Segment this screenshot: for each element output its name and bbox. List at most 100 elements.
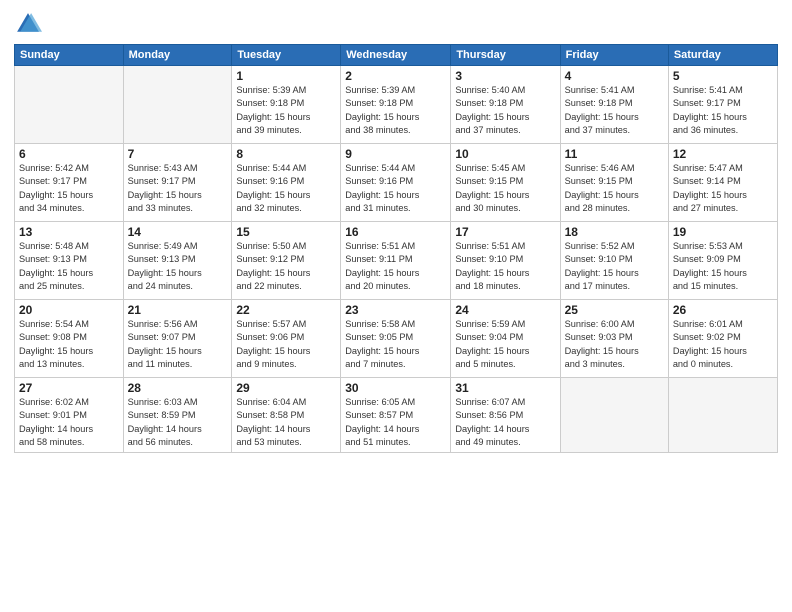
day-number: 1: [236, 69, 336, 83]
col-header-friday: Friday: [560, 45, 668, 66]
day-info: Sunrise: 6:01 AM Sunset: 9:02 PM Dayligh…: [673, 318, 773, 371]
day-number: 9: [345, 147, 446, 161]
col-header-saturday: Saturday: [668, 45, 777, 66]
day-number: 16: [345, 225, 446, 239]
day-cell: 27Sunrise: 6:02 AM Sunset: 9:01 PM Dayli…: [15, 378, 124, 453]
day-cell: 13Sunrise: 5:48 AM Sunset: 9:13 PM Dayli…: [15, 222, 124, 300]
day-info: Sunrise: 5:51 AM Sunset: 9:10 PM Dayligh…: [455, 240, 555, 293]
day-cell: [560, 378, 668, 453]
day-number: 24: [455, 303, 555, 317]
day-cell: 9Sunrise: 5:44 AM Sunset: 9:16 PM Daylig…: [341, 144, 451, 222]
day-number: 15: [236, 225, 336, 239]
day-info: Sunrise: 5:49 AM Sunset: 9:13 PM Dayligh…: [128, 240, 228, 293]
day-number: 7: [128, 147, 228, 161]
day-cell: 10Sunrise: 5:45 AM Sunset: 9:15 PM Dayli…: [451, 144, 560, 222]
day-cell: 30Sunrise: 6:05 AM Sunset: 8:57 PM Dayli…: [341, 378, 451, 453]
day-number: 19: [673, 225, 773, 239]
day-info: Sunrise: 5:44 AM Sunset: 9:16 PM Dayligh…: [236, 162, 336, 215]
logo-icon: [14, 10, 42, 38]
day-info: Sunrise: 5:45 AM Sunset: 9:15 PM Dayligh…: [455, 162, 555, 215]
day-cell: [668, 378, 777, 453]
day-info: Sunrise: 5:39 AM Sunset: 9:18 PM Dayligh…: [345, 84, 446, 137]
day-info: Sunrise: 5:58 AM Sunset: 9:05 PM Dayligh…: [345, 318, 446, 371]
day-cell: 11Sunrise: 5:46 AM Sunset: 9:15 PM Dayli…: [560, 144, 668, 222]
day-info: Sunrise: 5:56 AM Sunset: 9:07 PM Dayligh…: [128, 318, 228, 371]
day-number: 8: [236, 147, 336, 161]
day-cell: 3Sunrise: 5:40 AM Sunset: 9:18 PM Daylig…: [451, 66, 560, 144]
day-number: 3: [455, 69, 555, 83]
day-info: Sunrise: 5:41 AM Sunset: 9:18 PM Dayligh…: [565, 84, 664, 137]
day-cell: 1Sunrise: 5:39 AM Sunset: 9:18 PM Daylig…: [232, 66, 341, 144]
day-number: 5: [673, 69, 773, 83]
day-info: Sunrise: 5:44 AM Sunset: 9:16 PM Dayligh…: [345, 162, 446, 215]
day-number: 6: [19, 147, 119, 161]
day-info: Sunrise: 5:57 AM Sunset: 9:06 PM Dayligh…: [236, 318, 336, 371]
day-info: Sunrise: 5:52 AM Sunset: 9:10 PM Dayligh…: [565, 240, 664, 293]
day-cell: [15, 66, 124, 144]
day-info: Sunrise: 6:04 AM Sunset: 8:58 PM Dayligh…: [236, 396, 336, 449]
day-number: 21: [128, 303, 228, 317]
day-cell: 6Sunrise: 5:42 AM Sunset: 9:17 PM Daylig…: [15, 144, 124, 222]
day-cell: 14Sunrise: 5:49 AM Sunset: 9:13 PM Dayli…: [123, 222, 232, 300]
day-info: Sunrise: 5:39 AM Sunset: 9:18 PM Dayligh…: [236, 84, 336, 137]
day-info: Sunrise: 5:40 AM Sunset: 9:18 PM Dayligh…: [455, 84, 555, 137]
col-header-tuesday: Tuesday: [232, 45, 341, 66]
day-number: 23: [345, 303, 446, 317]
day-info: Sunrise: 5:48 AM Sunset: 9:13 PM Dayligh…: [19, 240, 119, 293]
day-cell: 8Sunrise: 5:44 AM Sunset: 9:16 PM Daylig…: [232, 144, 341, 222]
day-cell: 15Sunrise: 5:50 AM Sunset: 9:12 PM Dayli…: [232, 222, 341, 300]
day-number: 22: [236, 303, 336, 317]
day-cell: 19Sunrise: 5:53 AM Sunset: 9:09 PM Dayli…: [668, 222, 777, 300]
day-number: 17: [455, 225, 555, 239]
week-row-1: 1Sunrise: 5:39 AM Sunset: 9:18 PM Daylig…: [15, 66, 778, 144]
day-cell: 24Sunrise: 5:59 AM Sunset: 9:04 PM Dayli…: [451, 300, 560, 378]
week-row-2: 6Sunrise: 5:42 AM Sunset: 9:17 PM Daylig…: [15, 144, 778, 222]
day-info: Sunrise: 6:02 AM Sunset: 9:01 PM Dayligh…: [19, 396, 119, 449]
day-info: Sunrise: 5:47 AM Sunset: 9:14 PM Dayligh…: [673, 162, 773, 215]
day-number: 18: [565, 225, 664, 239]
day-cell: 22Sunrise: 5:57 AM Sunset: 9:06 PM Dayli…: [232, 300, 341, 378]
day-number: 4: [565, 69, 664, 83]
day-cell: [123, 66, 232, 144]
day-cell: 20Sunrise: 5:54 AM Sunset: 9:08 PM Dayli…: [15, 300, 124, 378]
day-number: 13: [19, 225, 119, 239]
day-number: 29: [236, 381, 336, 395]
day-info: Sunrise: 5:59 AM Sunset: 9:04 PM Dayligh…: [455, 318, 555, 371]
day-info: Sunrise: 5:42 AM Sunset: 9:17 PM Dayligh…: [19, 162, 119, 215]
day-info: Sunrise: 5:50 AM Sunset: 9:12 PM Dayligh…: [236, 240, 336, 293]
day-number: 11: [565, 147, 664, 161]
day-info: Sunrise: 5:43 AM Sunset: 9:17 PM Dayligh…: [128, 162, 228, 215]
day-info: Sunrise: 5:51 AM Sunset: 9:11 PM Dayligh…: [345, 240, 446, 293]
calendar-table: SundayMondayTuesdayWednesdayThursdayFrid…: [14, 44, 778, 453]
day-info: Sunrise: 5:41 AM Sunset: 9:17 PM Dayligh…: [673, 84, 773, 137]
day-number: 25: [565, 303, 664, 317]
day-info: Sunrise: 6:03 AM Sunset: 8:59 PM Dayligh…: [128, 396, 228, 449]
day-number: 14: [128, 225, 228, 239]
day-cell: 4Sunrise: 5:41 AM Sunset: 9:18 PM Daylig…: [560, 66, 668, 144]
day-number: 10: [455, 147, 555, 161]
day-number: 30: [345, 381, 446, 395]
day-info: Sunrise: 5:46 AM Sunset: 9:15 PM Dayligh…: [565, 162, 664, 215]
week-row-4: 20Sunrise: 5:54 AM Sunset: 9:08 PM Dayli…: [15, 300, 778, 378]
day-number: 31: [455, 381, 555, 395]
col-header-monday: Monday: [123, 45, 232, 66]
week-row-3: 13Sunrise: 5:48 AM Sunset: 9:13 PM Dayli…: [15, 222, 778, 300]
day-cell: 23Sunrise: 5:58 AM Sunset: 9:05 PM Dayli…: [341, 300, 451, 378]
day-info: Sunrise: 6:00 AM Sunset: 9:03 PM Dayligh…: [565, 318, 664, 371]
day-cell: 12Sunrise: 5:47 AM Sunset: 9:14 PM Dayli…: [668, 144, 777, 222]
day-cell: 26Sunrise: 6:01 AM Sunset: 9:02 PM Dayli…: [668, 300, 777, 378]
col-header-wednesday: Wednesday: [341, 45, 451, 66]
day-number: 26: [673, 303, 773, 317]
day-cell: 28Sunrise: 6:03 AM Sunset: 8:59 PM Dayli…: [123, 378, 232, 453]
day-cell: 16Sunrise: 5:51 AM Sunset: 9:11 PM Dayli…: [341, 222, 451, 300]
header-row: SundayMondayTuesdayWednesdayThursdayFrid…: [15, 45, 778, 66]
logo: [14, 10, 45, 38]
day-number: 27: [19, 381, 119, 395]
day-number: 12: [673, 147, 773, 161]
day-cell: 21Sunrise: 5:56 AM Sunset: 9:07 PM Dayli…: [123, 300, 232, 378]
day-cell: 25Sunrise: 6:00 AM Sunset: 9:03 PM Dayli…: [560, 300, 668, 378]
day-cell: 7Sunrise: 5:43 AM Sunset: 9:17 PM Daylig…: [123, 144, 232, 222]
day-number: 20: [19, 303, 119, 317]
day-cell: 29Sunrise: 6:04 AM Sunset: 8:58 PM Dayli…: [232, 378, 341, 453]
page: SundayMondayTuesdayWednesdayThursdayFrid…: [0, 0, 792, 612]
